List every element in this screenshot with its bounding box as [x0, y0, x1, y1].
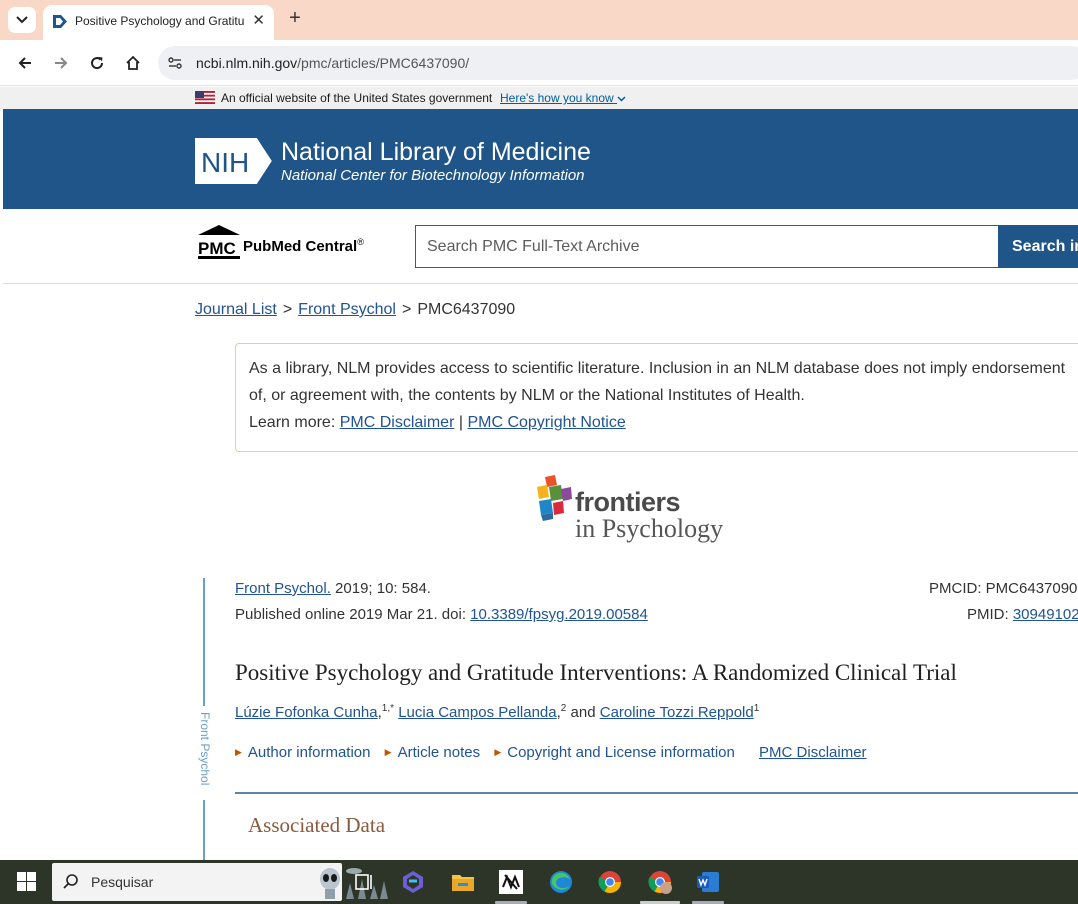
- pmcid-value: PMC6437090: [985, 580, 1078, 597]
- article-title: Positive Psychology and Gratitude Interv…: [235, 660, 957, 685]
- pmc-disclaimer-link[interactable]: PMC Disclaimer: [340, 414, 455, 431]
- expand-triangle-icon: ▶: [384, 747, 392, 757]
- tab-search-button[interactable]: [8, 7, 36, 33]
- search-button[interactable]: Search in PMC: [998, 225, 1078, 268]
- section-divider: [235, 792, 1078, 794]
- associated-data-heading[interactable]: Associated Data: [248, 813, 385, 838]
- browser-tab-active[interactable]: Positive Psychology and Gratitu ✕: [43, 5, 274, 40]
- browser-tab-bar: Positive Psychology and Gratitu ✕ +: [0, 0, 1078, 40]
- windows-start-icon[interactable]: [17, 872, 36, 891]
- search-input[interactable]: [415, 225, 999, 268]
- author-link[interactable]: Caroline Tozzi Reppold: [600, 704, 754, 721]
- app-icon[interactable]: [498, 869, 524, 895]
- site-info-icon[interactable]: [167, 55, 183, 71]
- disclaimer-learn-more: Learn more: PMC Disclaimer | PMC Copyrig…: [249, 414, 626, 431]
- home-button[interactable]: [121, 51, 145, 75]
- doi-link[interactable]: 10.3389/fpsyg.2019.00584: [470, 606, 648, 623]
- published-line: Published online 2019 Mar 21. doi: 10.33…: [235, 606, 648, 623]
- word-icon[interactable]: [695, 869, 721, 895]
- pmid-link[interactable]: 30949102: [1013, 606, 1078, 623]
- disclaimer-line-1: As a library, NLM provides access to sci…: [249, 360, 1066, 377]
- pmc-disclaimer-article-link[interactable]: PMC Disclaimer: [759, 744, 867, 761]
- pmc-name[interactable]: PubMed Central®: [243, 237, 364, 255]
- nlm-header: NIH National Library of Medicine Nationa…: [3, 109, 1078, 209]
- new-tab-button[interactable]: +: [285, 7, 305, 30]
- address-bar[interactable]: ncbi.nlm.nih.gov/pmc/articles/PMC6437090…: [158, 46, 1078, 80]
- author-link[interactable]: Lucia Campos Pellanda: [398, 704, 556, 721]
- url-text: ncbi.nlm.nih.gov/pmc/articles/PMC6437090…: [196, 55, 470, 71]
- in-psychology-wordmark: in Psychology: [575, 514, 724, 543]
- taskbar-search-text: Pesquisar: [91, 874, 154, 890]
- chrome-profile-icon[interactable]: [647, 869, 673, 895]
- citation-line: Front Psychol. 2019; 10: 584.: [235, 580, 431, 597]
- author-information-toggle[interactable]: Author information: [248, 744, 371, 761]
- expand-triangle-icon: ▶: [235, 747, 242, 757]
- nih-logo-icon[interactable]: NIH: [195, 136, 275, 186]
- breadcrumb-front-psychol[interactable]: Front Psychol: [298, 301, 396, 318]
- article-notes-toggle[interactable]: Article notes: [398, 744, 481, 761]
- browser-toolbar: ncbi.nlm.nih.gov/pmc/articles/PMC6437090…: [0, 40, 1078, 86]
- chrome-icon[interactable]: [597, 869, 623, 895]
- file-explorer-icon[interactable]: [450, 869, 476, 895]
- reload-icon: [91, 57, 104, 70]
- journal-side-label[interactable]: Front Psychol: [196, 712, 212, 796]
- author-list: Lúzie Fofonka Cunha,1,* Lucia Campos Pel…: [235, 703, 760, 721]
- copilot-icon[interactable]: [400, 869, 426, 895]
- breadcrumb-separator: >: [401, 301, 412, 318]
- edge-browser-icon[interactable]: [548, 869, 574, 895]
- frontiers-in-psychology-logo[interactable]: frontiers in Psychology: [535, 475, 755, 547]
- nlm-disclaimer-box: As a library, NLM provides access to sci…: [235, 343, 1078, 452]
- pmc-logo-icon[interactable]: PMC: [195, 223, 243, 259]
- journal-side-rule: [203, 578, 205, 706]
- windows-taskbar: Pesquisar: [0, 860, 1078, 904]
- breadcrumb-current: PMC6437090: [417, 301, 516, 318]
- taskbar-search-box[interactable]: Pesquisar: [52, 863, 388, 901]
- back-arrow-icon: [18, 57, 31, 69]
- nlm-subtitle: National Center for Biotechnology Inform…: [281, 167, 585, 184]
- breadcrumb-journal-list[interactable]: Journal List: [195, 301, 277, 318]
- reload-button[interactable]: [85, 51, 109, 75]
- tab-title: Positive Psychology and Gratitu: [75, 14, 245, 28]
- pmc-logo-text: PMC: [198, 239, 236, 258]
- forward-arrow-icon: [55, 57, 68, 69]
- journal-side-rule: [203, 800, 205, 860]
- us-flag-icon: [195, 91, 215, 104]
- task-view-icon[interactable]: [351, 869, 377, 895]
- pmc-copyright-notice-link[interactable]: PMC Copyright Notice: [467, 414, 625, 431]
- pmc-search-bar: PMC PubMed Central® Search in PMC: [3, 209, 1078, 284]
- journal-citation-link[interactable]: Front Psychol.: [235, 580, 331, 597]
- tab-close-icon[interactable]: ✕: [252, 11, 265, 29]
- pmc-favicon-icon: [53, 15, 67, 28]
- article-info-links: ▶ Author information ▶ Article notes ▶ Copy…: [235, 744, 867, 761]
- breadcrumb-separator: >: [282, 301, 293, 318]
- chevron-down-icon: [617, 96, 626, 102]
- disclaimer-line-2: of, or agreement with, the contents by N…: [249, 387, 805, 404]
- home-icon: [126, 55, 140, 70]
- author-link[interactable]: Lúzie Fofonka Cunha: [235, 704, 378, 721]
- chevron-down-icon: [16, 16, 28, 24]
- expand-triangle-icon: ▶: [494, 747, 502, 757]
- forward-button[interactable]: [49, 51, 73, 75]
- breadcrumb: Journal List > Front Psychol > PMC6437090: [195, 301, 515, 319]
- gov-banner-text: An official website of the United States…: [221, 91, 493, 105]
- copyright-license-toggle[interactable]: Copyright and License information: [507, 744, 735, 761]
- nih-logo-text: NIH: [201, 147, 249, 178]
- pmcid-line: PMCID: PMC6437090: [929, 580, 1078, 597]
- back-button[interactable]: [13, 51, 37, 75]
- gov-banner-link[interactable]: Here's how you know: [500, 91, 626, 105]
- frontiers-cube-icon: [537, 475, 572, 521]
- gov-banner: An official website of the United States…: [0, 87, 1078, 109]
- search-icon: [63, 874, 78, 889]
- pmid-line: PMID: 30949102: [967, 606, 1078, 623]
- nlm-title[interactable]: National Library of Medicine: [281, 138, 591, 167]
